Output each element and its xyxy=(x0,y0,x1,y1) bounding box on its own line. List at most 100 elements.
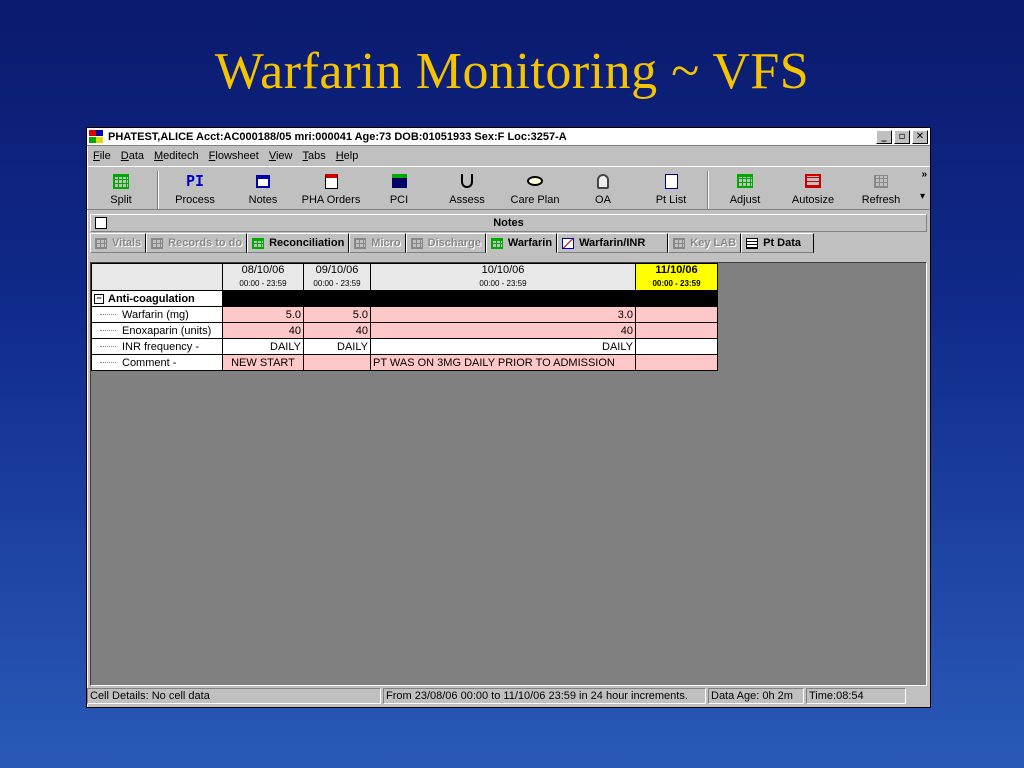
menu-tabs[interactable]: Tabs xyxy=(302,150,325,162)
pt-list-button[interactable]: Pt List xyxy=(637,171,705,206)
table-cell[interactable]: 40 xyxy=(222,322,304,339)
stethoscope-icon xyxy=(457,171,477,191)
slide-title: Warfarin Monitoring ~ VFS xyxy=(214,43,810,100)
menu-flowsheet[interactable]: Flowsheet xyxy=(209,150,259,162)
table-cell[interactable]: 40 xyxy=(370,322,636,339)
status-range: From 23/08/06 00:00 to 11/10/06 23:59 in… xyxy=(383,688,706,704)
toolbar-separator xyxy=(707,171,709,209)
autosize-icon xyxy=(803,171,823,191)
table-row: Enoxaparin (units) 40 40 40 xyxy=(91,322,718,339)
table-cell[interactable] xyxy=(635,322,718,339)
grid-icon xyxy=(673,237,686,249)
table-cell[interactable] xyxy=(303,354,371,371)
section-fill xyxy=(222,290,304,307)
table-cell[interactable]: 3.0 xyxy=(370,306,636,323)
status-data-age: Data Age: 0h 2m xyxy=(708,688,804,704)
document-icon xyxy=(746,237,759,249)
table-cell[interactable] xyxy=(635,306,718,323)
grid-icon xyxy=(490,237,503,249)
pi-icon: PI xyxy=(185,172,205,190)
table-cell[interactable]: DAILY xyxy=(303,338,371,355)
menu-data[interactable]: Data xyxy=(121,150,144,162)
notes-icon xyxy=(253,171,273,191)
grid-icon xyxy=(252,237,265,249)
tab-pt-data[interactable]: Pt Data xyxy=(741,233,815,253)
menu-file[interactable]: File xyxy=(93,150,111,162)
pha-orders-button[interactable]: PHA Orders xyxy=(297,171,365,206)
title-bar[interactable]: PHATEST,ALICE Acct:AC000188/05 mri:00004… xyxy=(87,128,930,146)
collapse-icon[interactable]: − xyxy=(94,293,104,304)
menu-help[interactable]: Help xyxy=(336,150,359,162)
table-cell[interactable] xyxy=(635,338,718,355)
section-fill xyxy=(303,290,371,307)
notes-button[interactable]: Notes xyxy=(229,171,297,206)
split-button[interactable]: Split xyxy=(87,171,155,206)
table-row: Warfarin (mg) 5.0 5.0 3.0 xyxy=(91,306,718,323)
table-cell[interactable]: NEW START xyxy=(222,354,304,371)
row-label: INR frequency - xyxy=(91,338,223,355)
pt-list-icon xyxy=(661,171,681,191)
adjust-button[interactable]: Adjust xyxy=(711,171,779,206)
column-header[interactable]: 08/10/06 00:00 - 23:59 xyxy=(222,263,304,291)
oa-button[interactable]: OA xyxy=(569,171,637,206)
close-button[interactable]: ✕ xyxy=(912,129,928,144)
care-plan-button[interactable]: Care Plan xyxy=(501,171,569,206)
column-header[interactable]: 10/10/06 00:00 - 23:59 xyxy=(370,263,636,291)
tab-micro[interactable]: Micro xyxy=(349,233,406,253)
pha-orders-icon xyxy=(321,171,341,191)
tab-vitals[interactable]: Vitals xyxy=(90,233,147,253)
minimize-button[interactable]: _ xyxy=(876,129,892,144)
grid-icon xyxy=(95,237,107,249)
autosize-button[interactable]: Autosize xyxy=(779,171,847,206)
status-bar: Cell Details: No cell data From 23/08/06… xyxy=(87,688,930,706)
tab-key-lab[interactable]: Key LAB xyxy=(668,233,742,253)
tab-reconciliation[interactable]: Reconciliation xyxy=(247,233,350,253)
split-grid-icon xyxy=(111,171,131,191)
process-button[interactable]: PI Process xyxy=(161,171,229,206)
menu-view[interactable]: View xyxy=(269,150,293,162)
menu-meditech[interactable]: Meditech xyxy=(154,150,199,162)
table-cell[interactable]: DAILY xyxy=(370,338,636,355)
table-cell[interactable]: 5.0 xyxy=(222,306,304,323)
flowsheet-table: 08/10/06 00:00 - 23:59 09/10/06 00:00 - 23… xyxy=(91,263,718,371)
pci-button[interactable]: PCI xyxy=(365,171,433,206)
section-row: − Anti-coagulation xyxy=(91,290,718,307)
notes-bar[interactable]: Notes xyxy=(90,214,927,232)
app-icon xyxy=(89,129,105,144)
row-label: Warfarin (mg) xyxy=(91,306,223,323)
table-row: Comment - NEW START PT WAS ON 3MG DAILY … xyxy=(91,354,718,371)
table-cell[interactable]: DAILY xyxy=(222,338,304,355)
assess-button[interactable]: Assess xyxy=(433,171,501,206)
column-header-today[interactable]: 11/10/06 00:00 - 23:59 xyxy=(635,263,718,291)
table-cell[interactable]: PT WAS ON 3MG DAILY PRIOR TO ADMISSION xyxy=(370,354,636,371)
table-cell[interactable]: 5.0 xyxy=(303,306,371,323)
tab-warfarin[interactable]: Warfarin xyxy=(485,233,558,253)
menu-bar: File Data Meditech Flowsheet View Tabs H… xyxy=(87,146,930,166)
table-cell[interactable] xyxy=(635,354,718,371)
toolbar-separator xyxy=(157,171,159,209)
flowsheet-area[interactable]: 08/10/06 00:00 - 23:59 09/10/06 00:00 - 23… xyxy=(90,262,927,686)
notes-bar-label: Notes xyxy=(493,217,524,229)
table-row: INR frequency - DAILY DAILY DAILY xyxy=(91,338,718,355)
tab-discharge[interactable]: Discharge xyxy=(405,233,486,253)
tab-warfarin-inr[interactable]: Warfarin/INR xyxy=(557,233,669,253)
refresh-button[interactable]: Refresh xyxy=(847,171,915,206)
grid-icon xyxy=(151,237,164,249)
oa-icon xyxy=(593,171,613,191)
column-header[interactable]: 09/10/06 00:00 - 23:59 xyxy=(303,263,371,291)
adjust-icon xyxy=(735,171,755,191)
section-label[interactable]: − Anti-coagulation xyxy=(91,290,223,307)
row-label: Comment - xyxy=(91,354,223,371)
corner-cell xyxy=(91,263,223,291)
toolbar-overflow-button[interactable]: » xyxy=(921,169,927,180)
grid-icon xyxy=(354,237,367,249)
chevron-down-icon[interactable]: ▾ xyxy=(920,191,925,202)
restore-button[interactable]: ▫ xyxy=(894,129,910,144)
flowsheet-window: PHATEST,ALICE Acct:AC000188/05 mri:00004… xyxy=(86,127,931,708)
tab-row: Vitals Records to do Reconciliation Micr… xyxy=(90,233,927,253)
status-cell-details: Cell Details: No cell data xyxy=(87,688,381,704)
window-title: PHATEST,ALICE Acct:AC000188/05 mri:00004… xyxy=(108,130,567,143)
tab-records-to-do[interactable]: Records to do xyxy=(146,233,248,253)
header-row: 08/10/06 00:00 - 23:59 09/10/06 00:00 - 23… xyxy=(91,263,718,291)
table-cell[interactable]: 40 xyxy=(303,322,371,339)
